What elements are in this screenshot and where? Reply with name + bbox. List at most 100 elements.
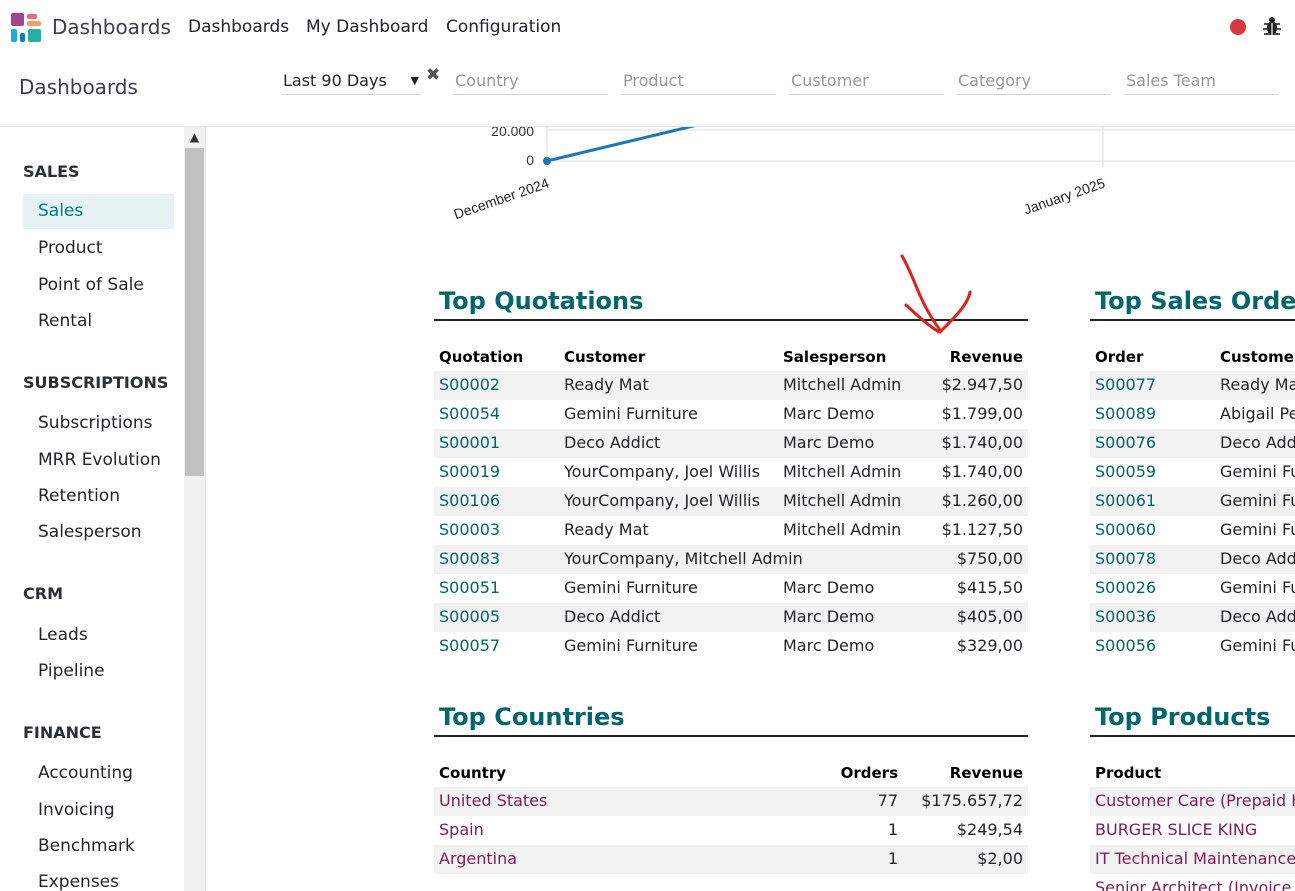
table-row: S00059 Gemini Fur	[1090, 458, 1295, 487]
row-link[interactable]: S00057	[439, 636, 500, 655]
column-header: Salesperson	[783, 348, 887, 366]
debug-bug-icon[interactable]	[1262, 15, 1282, 37]
table-cell: Deco Addi	[1220, 549, 1295, 568]
sidebar-item-expenses[interactable]: Expenses	[23, 865, 174, 891]
sidebar-scrollbar-thumb[interactable]	[185, 148, 204, 476]
table-cell: Gemini Fur	[1220, 636, 1295, 655]
row-link[interactable]: S00076	[1095, 433, 1156, 452]
table-cell: Gemini Furniture	[564, 404, 698, 423]
table-row: S00061 Gemini Fur	[1090, 487, 1295, 516]
sidebar-item-mrr-evolution[interactable]: MRR Evolution	[23, 443, 174, 478]
table-cell: $2.947,50	[941, 375, 1023, 394]
x-tick-label: December 2024	[452, 175, 552, 223]
table-row: Senior Architect (Invoice on	[1090, 874, 1295, 891]
table-row: United States 77 $175.657,72	[434, 787, 1028, 816]
table-row: S00057 Gemini Furniture Marc Demo $329,00	[434, 632, 1028, 661]
column-header: Orders	[840, 764, 898, 782]
table-row: S00002 Ready Mat Mitchell Admin $2.947,50	[434, 371, 1028, 400]
x-tick-label: January 2025	[1022, 175, 1108, 218]
date-filter-select[interactable]: Last 90 Days ▼	[281, 69, 421, 95]
sidebar-item-product[interactable]: Product	[23, 231, 174, 266]
row-link[interactable]: Senior Architect (Invoice on	[1095, 878, 1295, 891]
sidebar-item-benchmark[interactable]: Benchmark	[23, 829, 174, 864]
table-cell: Ready Mat	[1220, 375, 1295, 394]
table-cell: Marc Demo	[783, 404, 875, 423]
row-link[interactable]: Spain	[439, 820, 484, 839]
table-cell: Marc Demo	[783, 607, 875, 626]
clear-filter-icon[interactable]: ✖	[426, 65, 440, 85]
sidebar-item-salesperson[interactable]: Salesperson	[23, 515, 174, 550]
table-cell: Mitchell Admin	[783, 520, 902, 539]
table-row: IT Technical Maintenance (P	[1090, 845, 1295, 874]
top-sales-orders-title: Top Sales Orders	[1095, 287, 1295, 315]
sidebar-item-leads[interactable]: Leads	[23, 618, 174, 653]
dashboard-sidebar: SALES Sales Product Point of Sale Rental…	[0, 127, 206, 891]
row-link[interactable]: S00054	[439, 404, 500, 423]
sidebar-section-subscriptions: SUBSCRIPTIONS	[23, 373, 169, 392]
table-row: S00005 Deco Addict Marc Demo $405,00	[434, 603, 1028, 632]
row-link[interactable]: S00019	[439, 462, 500, 481]
row-link[interactable]: S00089	[1095, 404, 1156, 423]
sidebar-item-rental[interactable]: Rental	[23, 304, 174, 339]
row-link[interactable]: S00051	[439, 578, 500, 597]
row-link[interactable]: IT Technical Maintenance (P	[1095, 849, 1295, 868]
scroll-up-arrow-icon[interactable]: ▲	[184, 127, 205, 147]
row-link[interactable]: BURGER SLICE KING	[1095, 820, 1257, 839]
row-link[interactable]: S00061	[1095, 491, 1156, 510]
table-cell: 1	[887, 820, 898, 839]
table-row: Argentina 1 $2,00	[434, 845, 1028, 874]
table-cell: Gemini Furniture	[564, 578, 698, 597]
product-filter-input[interactable]: Product	[621, 69, 776, 95]
sidebar-item-invoicing[interactable]: Invoicing	[23, 793, 174, 828]
row-link[interactable]: S00077	[1095, 375, 1156, 394]
table-cell: Abigail Pet	[1220, 404, 1295, 423]
table-cell: Deco Addi	[1220, 433, 1295, 452]
row-link[interactable]: S00003	[439, 520, 500, 539]
table-row: S00106 YourCompany, Joel Willis Mitchell A…	[434, 487, 1028, 516]
row-link[interactable]: S00106	[439, 491, 500, 510]
row-link[interactable]: S00083	[439, 549, 500, 568]
table-cell: $1.799,00	[941, 404, 1023, 423]
sidebar-item-point-of-sale[interactable]: Point of Sale	[23, 268, 174, 303]
sidebar-item-accounting[interactable]: Accounting	[23, 756, 174, 791]
sidebar-item-subscriptions[interactable]: Subscriptions	[23, 406, 174, 441]
row-link[interactable]: S00056	[1095, 636, 1156, 655]
row-link[interactable]: S00059	[1095, 462, 1156, 481]
row-link[interactable]: S00005	[439, 607, 500, 626]
customer-filter-input[interactable]: Customer	[789, 69, 944, 95]
data-point[interactable]	[543, 157, 551, 165]
annotation-arrow-icon	[900, 254, 972, 334]
top-countries-title: Top Countries	[439, 703, 625, 731]
dashboards-app-icon[interactable]	[11, 13, 41, 43]
menu-configuration[interactable]: Configuration	[446, 17, 561, 37]
sidebar-item-pipeline[interactable]: Pipeline	[23, 654, 174, 689]
app-name[interactable]: Dashboards	[52, 15, 171, 39]
row-link[interactable]: S00026	[1095, 578, 1156, 597]
table-cell: $1.740,00	[941, 433, 1023, 452]
category-filter-input[interactable]: Category	[956, 69, 1111, 95]
table-cell: $329,00	[956, 636, 1023, 655]
row-link[interactable]: United States	[439, 791, 547, 810]
table-cell: 77	[877, 791, 898, 810]
sales-team-filter-input[interactable]: Sales Team	[1124, 69, 1279, 95]
table-cell: $405,00	[956, 607, 1023, 626]
row-link[interactable]: Customer Care (Prepaid Hou	[1095, 791, 1295, 810]
sidebar-item-retention[interactable]: Retention	[23, 479, 174, 514]
record-indicator-icon[interactable]	[1230, 19, 1246, 35]
table-cell: $1.127,50	[941, 520, 1023, 539]
row-link[interactable]: S00036	[1095, 607, 1156, 626]
row-link[interactable]: S00002	[439, 375, 500, 394]
row-link[interactable]: S00060	[1095, 520, 1156, 539]
table-cell: Ready Mat	[564, 375, 649, 394]
table-cell: Marc Demo	[783, 578, 875, 597]
top-products-title: Top Products	[1095, 703, 1271, 731]
table-cell: Gemini Fur	[1220, 491, 1295, 510]
menu-dashboards[interactable]: Dashboards	[188, 17, 289, 37]
row-link[interactable]: S00001	[439, 433, 500, 452]
table-cell: Deco Addict	[564, 607, 661, 626]
sidebar-item-sales[interactable]: Sales	[23, 194, 174, 229]
country-filter-input[interactable]: Country	[453, 69, 608, 95]
row-link[interactable]: S00078	[1095, 549, 1156, 568]
row-link[interactable]: Argentina	[439, 849, 517, 868]
menu-my-dashboard[interactable]: My Dashboard	[306, 17, 428, 37]
